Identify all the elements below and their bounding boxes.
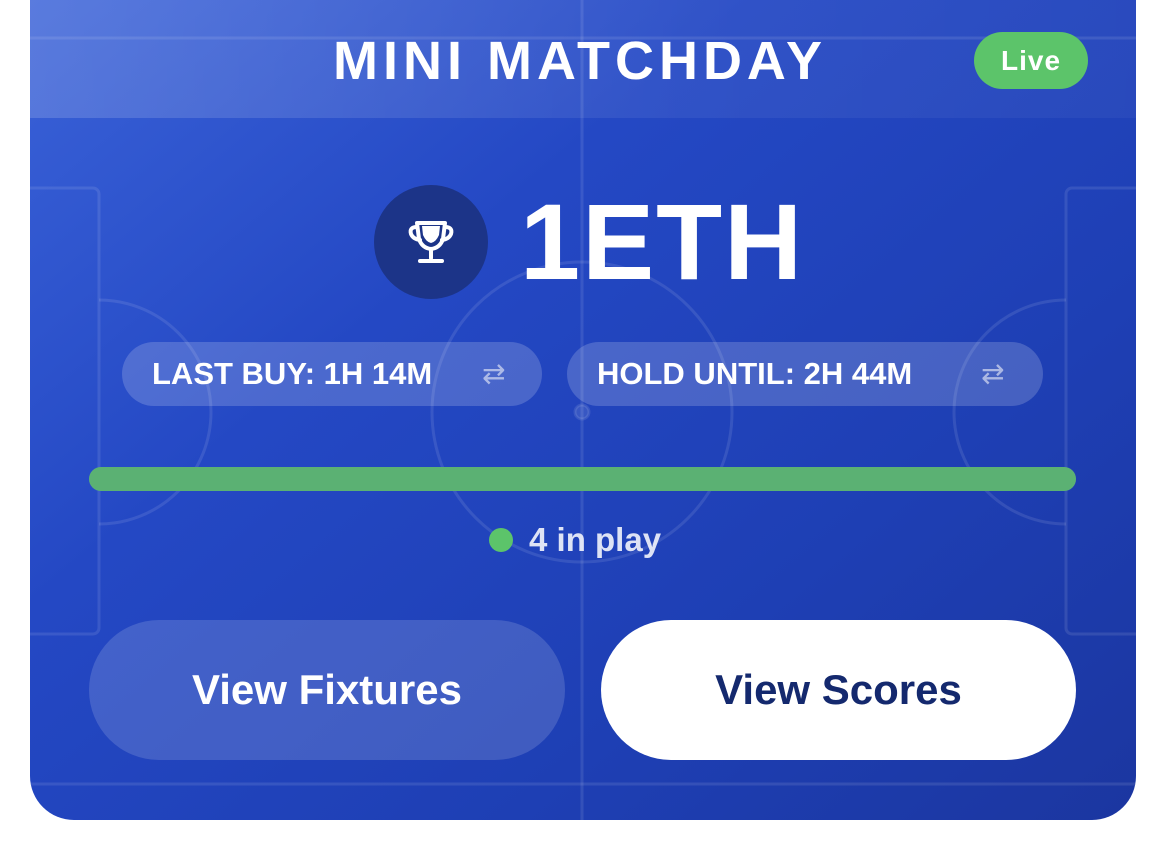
in-play-label: 4 in play: [529, 521, 662, 558]
view-fixtures-button[interactable]: View Fixtures: [89, 620, 565, 760]
matchday-card: MINI MATCHDAY Live 1ETH LAST BUY: 1H 14M…: [30, 0, 1136, 820]
trophy-badge: [374, 185, 488, 299]
progress-bar: [89, 467, 1076, 491]
swap-icon: ⇄: [981, 358, 1005, 389]
last-buy-pill[interactable]: LAST BUY: 1H 14M ⇄: [122, 342, 542, 406]
progress-bar-fill: [89, 467, 1076, 491]
live-status-badge: Live: [974, 32, 1088, 89]
hold-until-label: HOLD UNTIL: 2H 44M: [597, 356, 913, 391]
page-title: MINI MATCHDAY: [333, 31, 827, 91]
trophy-icon: [408, 221, 454, 263]
swap-icon: ⇄: [482, 358, 506, 389]
view-scores-button[interactable]: View Scores: [601, 620, 1076, 760]
hold-until-pill[interactable]: HOLD UNTIL: 2H 44M ⇄: [567, 342, 1043, 406]
last-buy-label: LAST BUY: 1H 14M: [152, 356, 433, 391]
live-dot-icon: [489, 528, 513, 552]
prize-amount: 1ETH: [520, 181, 805, 302]
